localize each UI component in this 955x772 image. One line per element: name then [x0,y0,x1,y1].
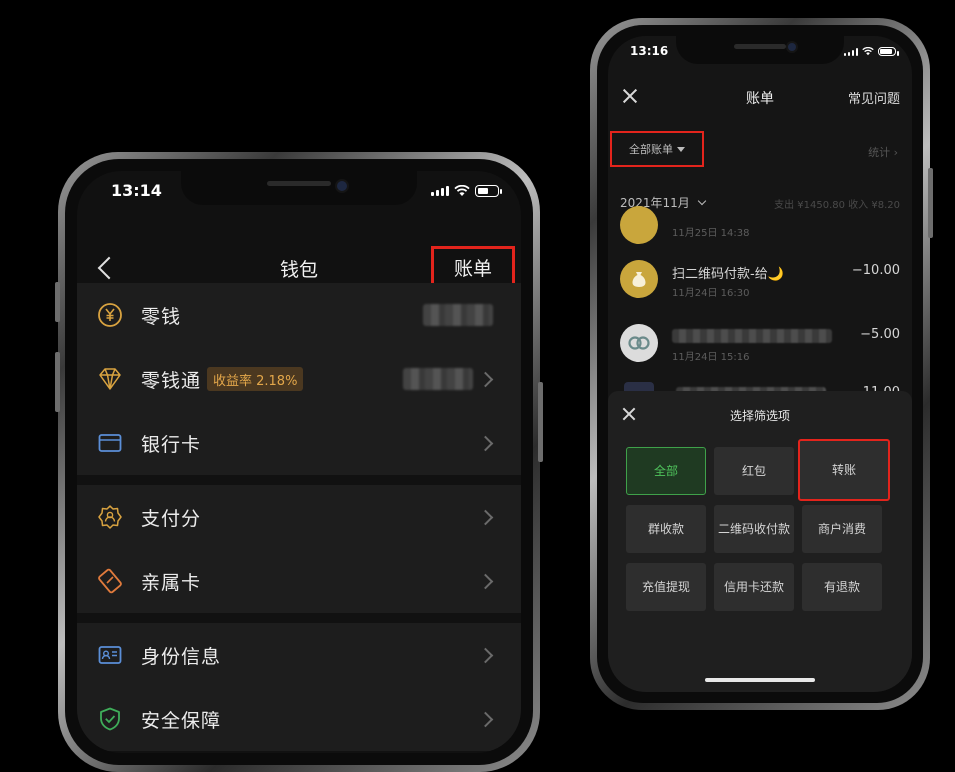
transaction-row[interactable]: 11月24日 15:16 −5.00 [608,310,912,370]
wallet-row-label: 身份信息 [141,645,222,668]
wallet-row-label: 零钱通 [141,369,202,392]
chevron-right-icon [477,509,494,525]
volume-button [55,352,60,412]
chevron-right-icon [477,435,494,451]
bill-button[interactable]: 账单 [431,246,515,288]
power-button [928,168,933,238]
chevron-right-icon [477,647,494,663]
transaction-title: 扫二维码付款-给🌙 [672,267,784,282]
battery-icon [475,185,502,197]
bank-card-icon [98,434,122,452]
wallet-group-funds: 零钱 零钱通 收益率 2.18% 银行卡 [77,283,521,475]
masked-balance [423,304,493,326]
filter-option[interactable]: 转账 [798,439,890,501]
wallet-menu: 零钱 零钱通 收益率 2.18% 银行卡 支付分 亲属卡 身份信息 安全保障 [77,283,521,751]
notch [676,36,844,64]
filter-option[interactable]: 二维码收付款 [714,505,794,553]
filter-sheet: 选择筛选项 全部 红包 转账 群收款 二维码收付款 商户消费 充值提现 信用卡还… [608,391,912,692]
wallet-row-change-plus[interactable]: 零钱通 收益率 2.18% [77,347,521,411]
masked-balance [403,368,473,390]
power-button [538,382,543,462]
wallet-screen: 13:14 钱包 账单 零钱 零钱通 收益率 2.18% 银行卡 支付分 亲属卡… [77,171,521,753]
filter-label: 全部账单 [629,143,673,156]
wallet-row-label: 银行卡 [141,433,202,456]
home-indicator [705,678,815,682]
masked-title [672,329,832,343]
family-card-icon [98,568,122,594]
status-time: 13:16 [630,44,669,58]
filter-option[interactable]: 全部 [626,447,706,495]
sheet-title: 选择筛选项 [729,409,790,423]
yuan-coin-icon [98,303,122,327]
transaction-row[interactable]: 扫二维码付款-给🌙 11月24日 16:30 −10.00 [608,246,912,306]
wallet-row-family-card[interactable]: 亲属卡 [77,549,521,613]
link-rings-icon [620,324,658,362]
money-bag-icon [620,260,658,298]
wallet-row-security[interactable]: 安全保障 [77,687,521,751]
yield-badge: 收益率 2.18% [207,367,304,391]
wallet-row-pay-score[interactable]: 支付分 [77,485,521,549]
wallet-group-services: 支付分 亲属卡 [77,485,521,613]
faq-link[interactable]: 常见问题 [848,88,900,107]
filter-option[interactable]: 充值提现 [626,563,706,611]
filter-option[interactable]: 红包 [714,447,794,495]
battery-icon [878,47,899,56]
stats-link[interactable]: 统计 › [868,144,898,160]
status-time: 13:14 [111,181,162,200]
transaction-time: 11月25日 14:38 [672,228,750,239]
wallet-group-security: 身份信息 安全保障 [77,623,521,751]
filter-option[interactable]: 群收款 [626,505,706,553]
wifi-icon [454,185,470,196]
notch [181,171,417,205]
id-card-icon [98,646,122,664]
chevron-down-icon [697,196,706,206]
filter-option[interactable]: 有退款 [802,563,882,611]
merchant-avatar [620,206,658,244]
wallet-row-label: 安全保障 [141,709,222,732]
chevron-right-icon [477,711,494,727]
shield-icon [100,707,120,731]
wallet-row-label: 亲属卡 [141,571,202,594]
bill-screen: 13:16 账单 常见问题 全部账单 统计 › 2021年11月 支出 ¥145… [608,36,912,692]
chevron-right-icon [477,573,494,589]
diamond-icon [99,368,121,390]
pay-score-icon [98,505,122,529]
mute-switch [55,282,60,322]
right-phone: 13:16 账单 常见问题 全部账单 统计 › 2021年11月 支出 ¥145… [590,18,933,710]
left-phone: 13:14 钱包 账单 零钱 零钱通 收益率 2.18% 银行卡 支付分 亲属卡… [55,152,543,772]
transaction-time: 11月24日 16:30 [672,288,750,299]
chevron-right-icon [477,371,494,387]
wifi-icon [862,47,874,56]
all-bills-filter[interactable]: 全部账单 [610,131,704,167]
caret-down-icon [677,146,685,152]
wallet-row-change[interactable]: 零钱 [77,283,521,347]
month-summary: 支出 ¥1450.80 收入 ¥8.20 [774,200,900,211]
bill-navbar: 账单 常见问题 [608,80,912,116]
transaction-amount: −5.00 [860,327,900,342]
transaction-time: 11月24日 15:16 [672,352,750,363]
cellular-signal-icon [431,186,449,196]
transaction-amount: −10.00 [851,263,900,278]
wallet-row-label: 零钱 [141,305,182,328]
cellular-signal-icon [844,47,858,56]
wallet-row-bank-card[interactable]: 银行卡 [77,411,521,475]
filter-option[interactable]: 商户消费 [802,505,882,553]
filter-option[interactable]: 信用卡还款 [714,563,794,611]
wallet-row-identity[interactable]: 身份信息 [77,623,521,687]
wallet-row-label: 支付分 [141,507,202,530]
